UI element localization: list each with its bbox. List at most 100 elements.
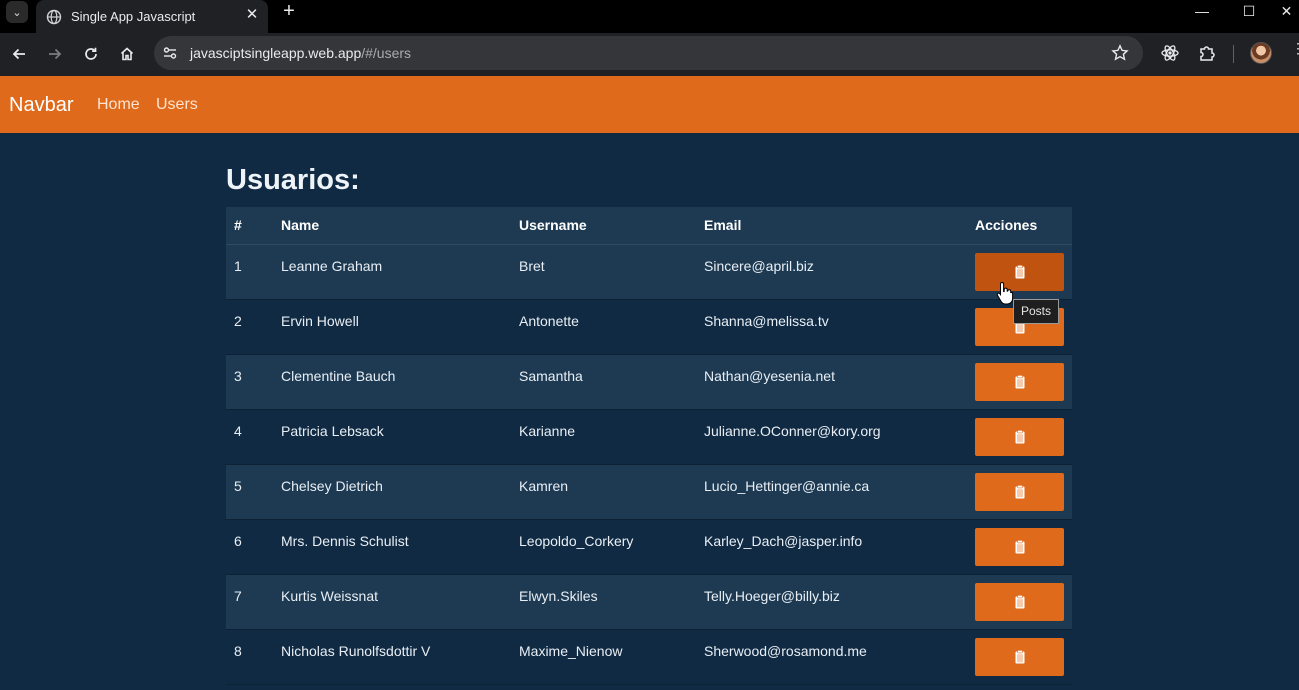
clipboard-icon — [1015, 264, 1024, 278]
extensions-icon[interactable] — [1197, 43, 1217, 63]
reload-icon[interactable] — [79, 42, 103, 66]
clipboard-icon — [1015, 539, 1024, 553]
column-header-name: Name — [281, 207, 519, 245]
table-header-row: # Name Username Email Acciones — [226, 207, 1072, 245]
row-username: Samantha — [519, 354, 704, 410]
posts-button[interactable] — [975, 472, 1064, 511]
row-name: Mrs. Dennis Schulist — [281, 519, 519, 575]
table-row: 3 Clementine Bauch Samantha Nathan@yesenia.… — [226, 354, 1072, 410]
posts-button[interactable] — [975, 637, 1064, 676]
row-name: Chelsey Dietrich — [281, 464, 519, 520]
posts-button[interactable] — [975, 417, 1064, 456]
table-row: 6 Mrs. Dennis Schulist Leopoldo_Corkery Kar… — [226, 519, 1072, 575]
minimize-icon[interactable]: — — [1182, 0, 1222, 22]
row-id: 1 — [226, 244, 281, 300]
address-bar[interactable]: javasciptsingleapp.web.app/#/users — [154, 36, 1143, 70]
posts-button[interactable] — [975, 362, 1064, 401]
table-row: 5 Chelsey Dietrich Kamren Lucio_Hettinger@a… — [226, 464, 1072, 520]
row-id: 7 — [226, 574, 281, 630]
back-icon[interactable] — [7, 42, 31, 66]
row-username: Leopoldo_Corkery — [519, 519, 704, 575]
clipboard-icon — [1015, 649, 1024, 663]
browser-tab-bar: ⌄ Single App Javascript ✕ + — ☐ ✕ — [0, 0, 1299, 33]
clipboard-icon — [1015, 374, 1024, 388]
posts-button[interactable] — [975, 527, 1064, 566]
url-text: javasciptsingleapp.web.app/#/users — [190, 45, 411, 61]
row-email: Nathan@yesenia.net — [704, 354, 975, 410]
row-actions — [975, 629, 1072, 685]
row-email: Lucio_Hettinger@annie.ca — [704, 464, 975, 520]
forward-icon[interactable] — [43, 42, 67, 66]
app-navbar: Navbar Home Users — [0, 76, 1299, 133]
row-username: Antonette — [519, 299, 704, 355]
navbar-brand[interactable]: Navbar — [9, 94, 73, 117]
column-header-email: Email — [704, 207, 975, 245]
hand-pointer-cursor-icon — [996, 281, 1014, 305]
row-id: 2 — [226, 299, 281, 355]
row-actions — [975, 574, 1072, 630]
posts-tooltip: Posts — [1013, 299, 1060, 324]
table-row: 8 Nicholas Runolfsdottir V Maxime_Nienow Sh… — [226, 629, 1072, 685]
tab-title: Single App Javascript — [71, 9, 196, 24]
column-header-actions: Acciones — [975, 207, 1072, 245]
new-tab-icon[interactable]: + — [279, 1, 299, 21]
react-devtools-icon[interactable] — [1160, 43, 1180, 63]
nav-link-home[interactable]: Home — [97, 96, 140, 114]
row-email: Karley_Dach@jasper.info — [704, 519, 975, 575]
page-title: Usuarios: — [226, 164, 360, 196]
row-email: Sincere@april.biz — [704, 244, 975, 300]
row-actions — [975, 519, 1072, 575]
browser-menu-icon[interactable]: ⋮ — [1291, 41, 1299, 63]
row-name: Patricia Lebsack — [281, 409, 519, 465]
site-info-icon[interactable] — [162, 45, 178, 61]
table-row: 1 Leanne Graham Bret Sincere@april.biz — [226, 244, 1072, 300]
row-name: Ervin Howell — [281, 299, 519, 355]
posts-button[interactable] — [975, 582, 1064, 621]
globe-icon — [46, 9, 62, 24]
row-email: Telly.Hoeger@billy.biz — [704, 574, 975, 630]
posts-button[interactable] — [975, 252, 1064, 291]
home-icon[interactable] — [115, 42, 139, 66]
window-close-icon[interactable]: ✕ — [1274, 0, 1299, 22]
row-email: Sherwood@rosamond.me — [704, 629, 975, 685]
url-host: javasciptsingleapp.web.app — [190, 45, 362, 61]
column-header-id: # — [226, 207, 281, 245]
bookmark-star-icon[interactable] — [1111, 44, 1129, 62]
clipboard-icon — [1015, 484, 1024, 498]
row-actions — [975, 464, 1072, 520]
maximize-icon[interactable]: ☐ — [1229, 0, 1269, 22]
clipboard-icon — [1015, 429, 1024, 443]
row-email: Julianne.OConner@kory.org — [704, 409, 975, 465]
browser-toolbar: javasciptsingleapp.web.app/#/users ⋮ — [0, 33, 1299, 76]
row-username: Karianne — [519, 409, 704, 465]
column-header-username: Username — [519, 207, 704, 245]
row-username: Kamren — [519, 464, 704, 520]
row-name: Kurtis Weissnat — [281, 574, 519, 630]
tab-search-button[interactable]: ⌄ — [6, 1, 28, 23]
row-username: Maxime_Nienow — [519, 629, 704, 685]
row-actions — [975, 409, 1072, 465]
row-actions — [975, 354, 1072, 410]
table-row: 4 Patricia Lebsack Karianne Julianne.OConne… — [226, 409, 1072, 465]
url-path: /#/users — [361, 45, 412, 61]
profile-avatar[interactable] — [1250, 42, 1272, 64]
row-email: Shanna@melissa.tv — [704, 299, 975, 355]
row-name: Clementine Bauch — [281, 354, 519, 410]
toolbar-divider — [1233, 45, 1234, 63]
table-row: 2 Ervin Howell Antonette Shanna@melissa.tv — [226, 299, 1072, 355]
row-name: Nicholas Runolfsdottir V — [281, 629, 519, 685]
row-id: 5 — [226, 464, 281, 520]
row-id: 8 — [226, 629, 281, 685]
row-username: Elwyn.Skiles — [519, 574, 704, 630]
nav-link-users[interactable]: Users — [156, 96, 198, 114]
row-id: 3 — [226, 354, 281, 410]
row-username: Bret — [519, 244, 704, 300]
row-name: Leanne Graham — [281, 244, 519, 300]
row-id: 6 — [226, 519, 281, 575]
table-row: 7 Kurtis Weissnat Elwyn.Skiles Telly.Hoeger… — [226, 574, 1072, 630]
row-id: 4 — [226, 409, 281, 465]
tab-close-icon[interactable]: ✕ — [244, 7, 260, 23]
browser-tab[interactable]: Single App Javascript ✕ — [36, 0, 268, 33]
clipboard-icon — [1015, 594, 1024, 608]
row-actions — [975, 244, 1072, 300]
